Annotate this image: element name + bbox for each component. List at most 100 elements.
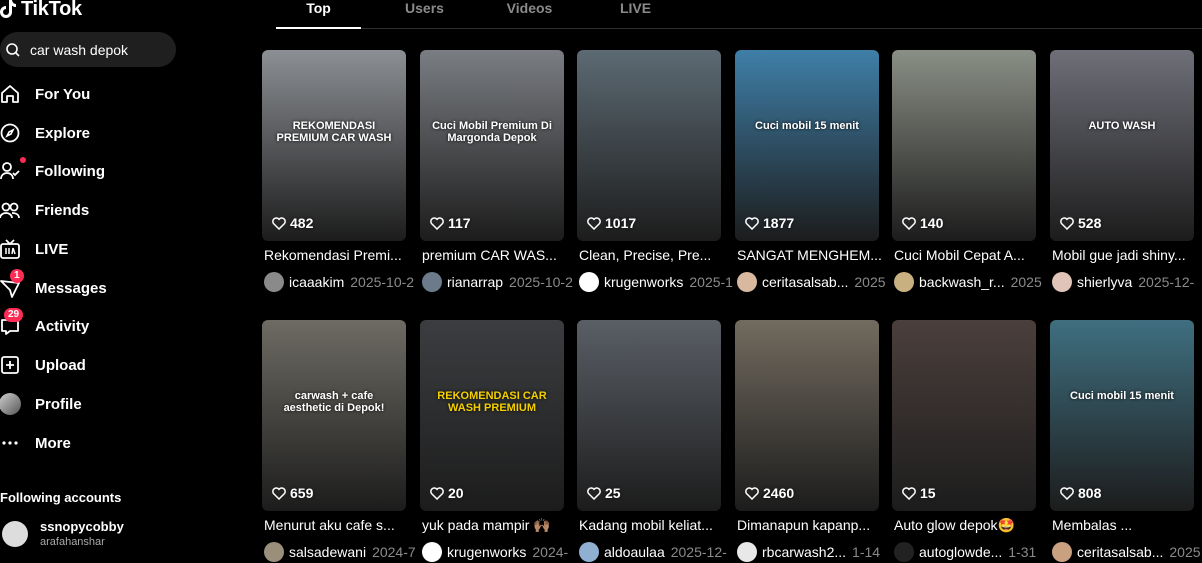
nav-profile[interactable]: Profile	[0, 385, 240, 423]
video-thumbnail[interactable]: 1017	[577, 50, 721, 241]
like-number: 482	[290, 215, 314, 231]
creator-username[interactable]: ceritasalsab...	[762, 274, 848, 290]
video-caption[interactable]: SANGAT MENGHEM...	[737, 247, 881, 263]
thumbnail-overlay-text: Cuci mobil 15 menit	[755, 120, 859, 132]
nav-messages[interactable]: 1 Messages	[0, 269, 240, 307]
nav-live[interactable]: LIVE	[0, 230, 240, 268]
creator-username[interactable]: ceritasalsab...	[1077, 544, 1163, 560]
thumbnail-overlay-text: REKOMENDASI PREMIUM CAR WASH	[276, 120, 392, 145]
search-input[interactable]	[28, 40, 172, 59]
video-caption[interactable]: Membalas ...	[1052, 517, 1196, 533]
creator-avatar[interactable]	[579, 272, 599, 292]
creator-username[interactable]: rianarrap	[447, 274, 503, 290]
video-thumbnail[interactable]: Cuci Mobil Premium Di Margonda Depok 117	[420, 50, 564, 241]
creator-avatar[interactable]	[264, 542, 284, 562]
compass-icon	[0, 121, 22, 145]
video-caption[interactable]: premium CAR WAS...	[422, 247, 566, 263]
like-number: 20	[448, 485, 464, 501]
creator-avatar[interactable]	[422, 272, 442, 292]
like-number: 25	[605, 485, 621, 501]
creator-username[interactable]: krugenworks	[604, 274, 683, 290]
video-thumbnail[interactable]: carwash + cafe aesthetic di Depok! 659	[262, 320, 406, 511]
video-thumbnail[interactable]: 15	[892, 320, 1036, 511]
creator-username[interactable]: shierlyva	[1077, 274, 1132, 290]
heart-icon	[902, 486, 916, 500]
video-thumbnail[interactable]: AUTO WASH 528	[1050, 50, 1194, 241]
video-thumbnail[interactable]: Cuci mobil 15 menit 1877	[735, 50, 879, 241]
video-meta: aldoaulaa 2025-12-	[579, 541, 737, 563]
nav-label: Explore	[35, 124, 91, 142]
creator-username[interactable]: rbcarwash2...	[762, 544, 846, 560]
creator-avatar[interactable]	[737, 272, 757, 292]
creator-username[interactable]: aldoaulaa	[604, 544, 665, 560]
post-date: 2025-10-2	[350, 274, 415, 290]
notification-dot	[20, 157, 26, 163]
video-thumbnail[interactable]: 25	[577, 320, 721, 511]
creator-avatar[interactable]	[422, 542, 442, 562]
tab-live[interactable]: LIVE	[593, 0, 678, 28]
creator-avatar[interactable]	[1052, 272, 1072, 292]
tab-users[interactable]: Users	[382, 0, 467, 28]
video-meta: autoglowde... 1-31	[894, 541, 1052, 563]
post-date: 2025	[854, 274, 886, 290]
creator-avatar[interactable]	[737, 542, 757, 562]
nav-label: Activity	[35, 317, 90, 335]
video-thumbnail[interactable]: 2460	[735, 320, 879, 511]
like-count: 659	[272, 485, 313, 501]
tab-videos[interactable]: Videos	[487, 0, 572, 28]
thumbnail-overlay-text: AUTO WASH	[1088, 120, 1156, 132]
like-count: 15	[902, 485, 936, 501]
video-caption[interactable]: Rekomendasi Premi...	[264, 247, 408, 263]
video-thumbnail[interactable]: REKOMENDASI CAR WASH PREMIUM 20	[420, 320, 564, 511]
following-account-item[interactable]: ssnopycobby arafahanshar	[0, 519, 124, 548]
creator-username[interactable]: icaaakim	[289, 274, 344, 290]
creator-avatar[interactable]	[1052, 542, 1072, 562]
video-meta: salsadewani 2024-7	[264, 541, 422, 563]
account-handle: arafahanshar	[40, 536, 105, 548]
nav-label: Profile	[35, 395, 82, 413]
heart-icon	[1060, 216, 1074, 230]
creator-avatar[interactable]	[264, 272, 284, 292]
video-caption[interactable]: Mobil gue jadi shiny...	[1052, 247, 1196, 263]
creator-username[interactable]: autoglowde...	[919, 544, 1002, 560]
nav-activity[interactable]: 29 Activity	[0, 307, 240, 345]
video-caption[interactable]: Clean, Precise, Pre...	[579, 247, 723, 263]
heart-icon	[902, 216, 916, 230]
like-number: 15	[920, 485, 936, 501]
video-meta: shierlyva 2025-12-	[1052, 271, 1202, 293]
video-caption[interactable]: Kadang mobil keliat...	[579, 517, 723, 533]
creator-username[interactable]: backwash_r...	[919, 274, 1005, 290]
heart-icon	[272, 486, 286, 500]
nav-label: Messages	[35, 279, 107, 297]
creator-avatar[interactable]	[894, 542, 914, 562]
tiktok-logo[interactable]: TikTok	[0, 0, 82, 22]
like-count: 140	[902, 215, 943, 231]
nav-explore[interactable]: Explore	[0, 114, 240, 152]
activity-badge: 29	[4, 308, 24, 322]
thumbnail-overlay-text: Cuci mobil 15 menit	[1070, 390, 1174, 402]
creator-username[interactable]: salsadewani	[289, 544, 366, 560]
nav-more[interactable]: More	[0, 424, 240, 462]
nav-upload[interactable]: Upload	[0, 346, 240, 384]
video-thumbnail[interactable]: Cuci mobil 15 menit 808	[1050, 320, 1194, 511]
nav-following[interactable]: Following	[0, 152, 240, 190]
video-thumbnail[interactable]: REKOMENDASI PREMIUM CAR WASH 482	[262, 50, 406, 241]
heart-icon	[430, 486, 444, 500]
search-tabs: Top Users Videos LIVE	[276, 0, 1202, 29]
thumbnail-overlay-text: REKOMENDASI CAR WASH PREMIUM	[437, 390, 547, 415]
creator-avatar[interactable]	[579, 542, 599, 562]
search-bar[interactable]	[0, 32, 176, 67]
more-icon	[0, 431, 22, 455]
nav-friends[interactable]: Friends	[0, 191, 240, 229]
video-thumbnail[interactable]: 140	[892, 50, 1036, 241]
video-caption[interactable]: Auto glow depok🤩	[894, 517, 1038, 534]
video-caption[interactable]: Cuci Mobil Cepat A...	[894, 247, 1038, 263]
video-caption[interactable]: Menurut aku cafe s...	[264, 517, 408, 533]
nav-for-you[interactable]: For You	[0, 75, 240, 113]
video-caption[interactable]: Dimanapun kapanp...	[737, 517, 881, 533]
like-count: 1877	[745, 215, 794, 231]
creator-avatar[interactable]	[894, 272, 914, 292]
creator-username[interactable]: krugenworks	[447, 544, 526, 560]
video-caption[interactable]: yuk pada mampir 🙌🏽	[422, 517, 566, 534]
tab-top[interactable]: Top	[276, 0, 361, 29]
